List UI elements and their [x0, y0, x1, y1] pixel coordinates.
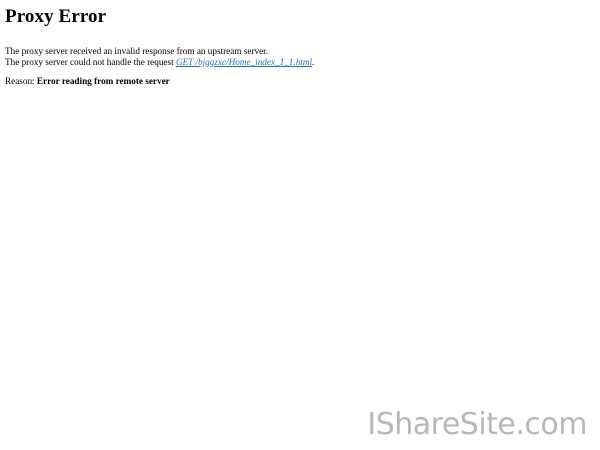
error-line-2-prefix: The proxy server could not handle the re…	[5, 56, 176, 67]
watermark-text: IShareSite.com	[367, 407, 587, 442]
error-message: The proxy server received an invalid res…	[5, 46, 585, 67]
request-link[interactable]: GET /bjggzxc/Home_index_1_1.html	[176, 57, 312, 67]
reason-text: Error reading from remote server	[36, 76, 170, 86]
error-page: Proxy Error The proxy server received an…	[5, 0, 585, 87]
error-reason: Reason: Error reading from remote server	[5, 76, 585, 87]
error-line-2-suffix: .	[312, 56, 315, 67]
page-title: Proxy Error	[5, 6, 107, 27]
reason-label: Reason:	[5, 76, 37, 86]
error-line-1: The proxy server received an invalid res…	[5, 46, 269, 56]
